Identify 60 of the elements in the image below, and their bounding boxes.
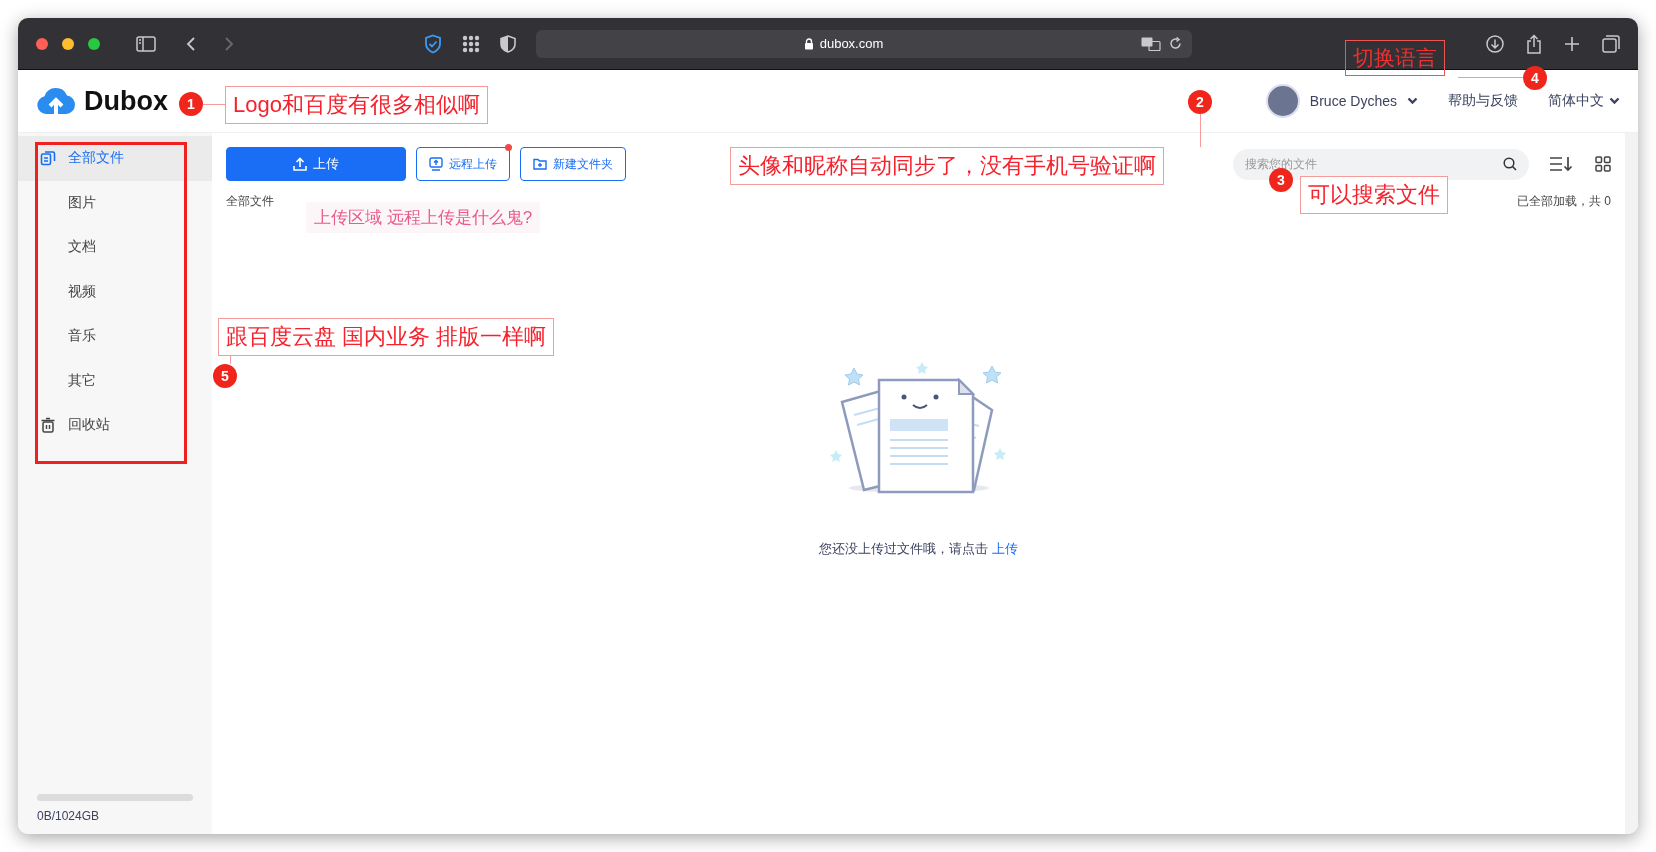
annotation-callout: 可以搜索文件 xyxy=(1300,176,1448,214)
forward-icon[interactable] xyxy=(224,35,234,52)
url-text: dubox.com xyxy=(819,36,884,51)
user-menu[interactable]: Bruce Dyches xyxy=(1265,84,1418,118)
remote-upload-icon xyxy=(429,157,443,171)
cloud-upload-logo-icon xyxy=(36,86,76,116)
new-tab-icon[interactable] xyxy=(1564,35,1580,52)
avatar xyxy=(1265,84,1300,118)
sidebar-item[interactable]: 全部文件 xyxy=(18,136,212,181)
chevron-down-icon xyxy=(1609,97,1620,105)
reload-icon[interactable] xyxy=(1169,37,1182,50)
translate-icon[interactable] xyxy=(1141,36,1161,51)
annotation-note: 上传区域 远程上传是什么鬼? xyxy=(306,202,541,233)
leader-line xyxy=(203,104,225,105)
maximize-button[interactable] xyxy=(88,37,100,50)
share-icon[interactable] xyxy=(1526,33,1542,54)
upload-button[interactable]: 上传 xyxy=(226,147,406,181)
language-menu[interactable]: 简体中文 xyxy=(1548,92,1620,110)
minimize-button[interactable] xyxy=(62,37,74,50)
shield-check-icon[interactable] xyxy=(424,33,442,54)
sidebar-item[interactable]: 音乐 xyxy=(18,314,212,359)
breadcrumb[interactable]: 全部文件 xyxy=(226,193,274,210)
grid-dots-icon[interactable] xyxy=(462,34,480,53)
download-icon[interactable] xyxy=(1486,34,1504,53)
lock-icon xyxy=(803,37,814,50)
chevron-down-icon xyxy=(1407,97,1418,105)
sidebar-toggle-icon[interactable] xyxy=(136,35,156,52)
leader-line xyxy=(1200,114,1201,147)
load-status: 已全部加载，共 0 xyxy=(1517,193,1611,210)
back-icon[interactable] xyxy=(186,35,196,52)
language-label: 简体中文 xyxy=(1548,92,1604,110)
half-shield-icon[interactable] xyxy=(500,34,516,53)
sidebar-item[interactable]: 图片 xyxy=(18,180,212,225)
annotation-callout: 跟百度云盘 国内业务 排版一样啊 xyxy=(218,318,555,356)
upload-link[interactable]: 上传 xyxy=(992,541,1018,556)
search-icon[interactable] xyxy=(1503,157,1517,171)
empty-message: 您还没上传过文件哦，请点击 上传 xyxy=(819,540,1018,558)
help-link[interactable]: 帮助与反馈 xyxy=(1448,92,1518,110)
tabs-overview-icon[interactable] xyxy=(1602,34,1620,53)
logo-text: Dubox xyxy=(84,85,168,117)
annotation-callout: 头像和昵称自动同步了，没有手机号验证啊 xyxy=(730,147,1164,185)
user-name: Bruce Dyches xyxy=(1309,93,1397,109)
sidebar-item[interactable]: 回收站 xyxy=(18,403,212,448)
trash-icon xyxy=(40,417,56,434)
remote-upload-button[interactable]: 远程上传 xyxy=(416,147,510,181)
sidebar-item[interactable]: 文档 xyxy=(18,225,212,270)
files-icon xyxy=(40,150,56,167)
leader-line xyxy=(1458,77,1523,78)
close-button[interactable] xyxy=(36,37,48,50)
grid-view-icon[interactable] xyxy=(1595,156,1611,172)
annotation-callout: Logo和百度有很多相似啊 xyxy=(225,86,488,124)
upload-icon xyxy=(293,157,307,171)
sidebar-item[interactable]: 其它 xyxy=(18,358,212,403)
add-folder-icon xyxy=(533,157,547,171)
annotation-callout: 切换语言 xyxy=(1345,40,1445,76)
address-bar[interactable]: dubox.com xyxy=(536,29,1192,58)
new-folder-button[interactable]: 新建文件夹 xyxy=(520,147,626,181)
sidebar-item[interactable]: 视频 xyxy=(18,269,212,314)
storage-usage: 0B/1024GB xyxy=(37,809,100,823)
sort-icon[interactable] xyxy=(1549,155,1573,173)
